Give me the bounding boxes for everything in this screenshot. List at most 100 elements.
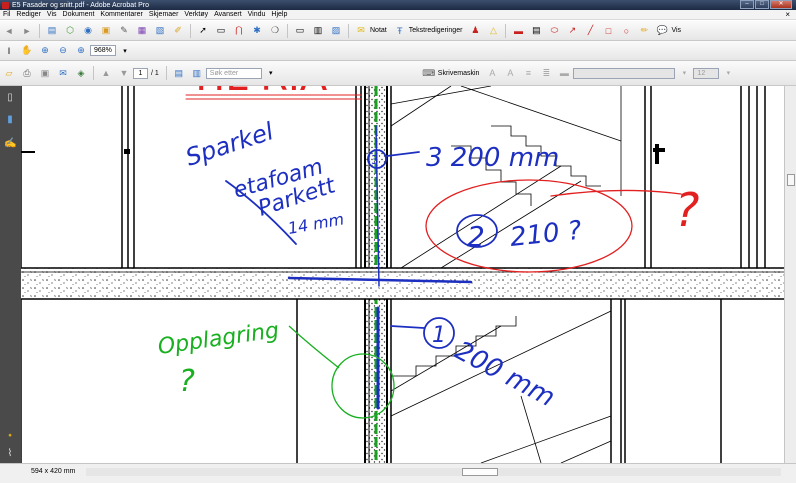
- callout-icon[interactable]: ▬: [511, 24, 525, 38]
- open-icon[interactable]: ▱: [2, 66, 16, 80]
- bookmarks-icon[interactable]: ▮: [4, 114, 16, 126]
- acrobat-icon[interactable]: ⋂: [232, 24, 246, 38]
- create-pdf-icon[interactable]: ▤: [45, 24, 59, 38]
- search-field[interactable]: Søk etter: [205, 67, 262, 79]
- status-bar: 594 x 420 mm: [0, 463, 796, 483]
- show-comments-icon[interactable]: 💬: [655, 24, 669, 38]
- menu-bar: Fil Rediger Vis Dokument Kommentarer Skj…: [0, 10, 796, 20]
- redact-icon[interactable]: ✱: [250, 24, 264, 38]
- vertical-scroll-thumb[interactable]: [787, 174, 795, 186]
- multimedia-icon[interactable]: ▧: [153, 24, 167, 38]
- door-handle-left: [124, 149, 130, 154]
- text-select-icon[interactable]: I: [2, 44, 16, 58]
- textbox-icon[interactable]: ▤: [529, 24, 543, 38]
- vertical-scrollbar[interactable]: [784, 86, 796, 463]
- hand-tool-icon[interactable]: ✋: [20, 44, 34, 58]
- toolbar-main: ◄ ► ▤ ⬡ ◉ ▣ ✎ ▦ ▧ ✐ ➚ ▭ ⋂ ✱ ❍ ▭ ▥ ▨ ✉ No…: [0, 21, 796, 41]
- zoom-dropdown-icon[interactable]: ▾: [118, 44, 132, 58]
- forms-icon[interactable]: ▦: [135, 24, 149, 38]
- form-edit-icon[interactable]: ▨: [329, 24, 343, 38]
- document-view[interactable]: Sparkel etafoam Parkett 14 mm 3 3 200 mm…: [21, 86, 784, 463]
- menu-avansert[interactable]: Avansert: [211, 11, 245, 18]
- menu-kommentarer[interactable]: Kommentarer: [97, 11, 145, 18]
- ocr-icon[interactable]: ▭: [214, 24, 228, 38]
- zoom-field[interactable]: 968%: [90, 45, 116, 56]
- attachments-icon[interactable]: ⬩: [4, 430, 16, 442]
- share-icon[interactable]: ◈: [74, 66, 88, 80]
- next-page-icon[interactable]: ▼: [117, 66, 131, 80]
- menu-vindu[interactable]: Vindu: [245, 11, 269, 18]
- fit-page-icon[interactable]: ▤: [172, 66, 186, 80]
- save-icon[interactable]: ▣: [38, 66, 52, 80]
- page-number-field[interactable]: 1: [133, 67, 148, 79]
- toolbar-zoom: I ✋ ⊕ ⊖ ⊕ 968% ▾: [0, 41, 796, 61]
- dim-top: 3 200 mm: [426, 143, 559, 173]
- paperclip-icon[interactable]: ⌇: [4, 448, 16, 460]
- navigation-panel: ▯ ▮ ✍ ⬩ ⌇: [0, 86, 21, 463]
- horizontal-scroll-thumb[interactable]: [462, 468, 498, 476]
- menu-vis[interactable]: Vis: [44, 11, 60, 18]
- select-tool-icon[interactable]: ➚: [196, 24, 210, 38]
- horizontal-scrollbar[interactable]: [86, 468, 781, 476]
- marker-1-label: 1: [432, 323, 446, 348]
- title-bar: E5 Fasader og snitt.pdf - Adobe Acrobat …: [0, 0, 796, 10]
- pencil-tool-icon[interactable]: ✏: [637, 24, 651, 38]
- menu-verktoy[interactable]: Verktøy: [181, 11, 211, 18]
- print-icon[interactable]: ⎙: [20, 66, 34, 80]
- drawing-canvas: Sparkel etafoam Parkett 14 mm 3 3 200 mm…: [21, 86, 784, 463]
- close-button[interactable]: ✕: [770, 0, 792, 9]
- note-opplagring: Opplagring: [156, 318, 280, 360]
- fit-width-icon[interactable]: ▥: [190, 66, 204, 80]
- marker-2-label: 2: [467, 220, 485, 253]
- cloud-icon[interactable]: ⬭: [547, 24, 561, 38]
- minimize-button[interactable]: –: [740, 0, 754, 9]
- zoom-out-icon[interactable]: ⊖: [56, 44, 70, 58]
- combine-icon[interactable]: ⬡: [63, 24, 77, 38]
- view-label[interactable]: Vis: [671, 27, 681, 34]
- text-edits-icon[interactable]: Ŧ: [393, 24, 407, 38]
- stamp-icon[interactable]: ❍: [268, 24, 282, 38]
- secure-icon[interactable]: ▣: [99, 24, 113, 38]
- ellipse-tool-icon[interactable]: ○: [619, 24, 633, 38]
- forward-icon[interactable]: ►: [20, 24, 34, 38]
- arrow-tool-icon[interactable]: ↗: [565, 24, 579, 38]
- text-edits-label[interactable]: Tekstredigeringer: [409, 27, 463, 34]
- notes-label[interactable]: Notat: [370, 27, 387, 34]
- window-controls: – □ ✕: [739, 0, 792, 9]
- page-total: / 1: [151, 69, 159, 77]
- signatures-icon[interactable]: ✍: [4, 138, 16, 150]
- prev-page-icon[interactable]: ▲: [99, 66, 113, 80]
- snapshot-icon[interactable]: ▭: [293, 24, 307, 38]
- menu-rediger[interactable]: Rediger: [13, 11, 44, 18]
- typewriter-label[interactable]: Skrivemaskin: [438, 70, 480, 77]
- menu-hjelp[interactable]: Hjelp: [268, 11, 290, 18]
- line-tool-icon[interactable]: ╱: [583, 24, 597, 38]
- rectangle-tool-icon[interactable]: □: [601, 24, 615, 38]
- font-size-up-icon: A: [507, 68, 514, 78]
- sign-icon[interactable]: ✎: [117, 24, 131, 38]
- compare-icon[interactable]: ▥: [311, 24, 325, 38]
- stamp-tool-icon[interactable]: ♟: [468, 24, 482, 38]
- note-opplagring-q: ?: [179, 364, 195, 399]
- menu-fil[interactable]: Fil: [0, 11, 13, 18]
- menu-dokument[interactable]: Dokument: [60, 11, 98, 18]
- zoom-in-icon[interactable]: ⊕: [74, 44, 88, 58]
- marquee-zoom-icon[interactable]: ⊕: [38, 44, 52, 58]
- page-size-label: 594 x 420 mm: [31, 468, 76, 475]
- menu-skjemaer[interactable]: Skjemaer: [146, 11, 182, 18]
- window-title: E5 Fasader og snitt.pdf - Adobe Acrobat …: [12, 1, 149, 9]
- typewriter-icon[interactable]: ⌨: [422, 66, 436, 80]
- font-size-down-icon: A: [489, 68, 496, 78]
- door-frame-right: [644, 86, 766, 268]
- note-icon[interactable]: ✉: [354, 24, 368, 38]
- dim-2: 210 ?: [509, 216, 584, 253]
- pages-icon[interactable]: ▯: [4, 92, 16, 104]
- comment-icon[interactable]: ✐: [171, 24, 185, 38]
- document-close-icon[interactable]: ×: [785, 10, 790, 19]
- email-icon[interactable]: ✉: [56, 66, 70, 80]
- collaborate-icon[interactable]: ◉: [81, 24, 95, 38]
- maximize-button[interactable]: □: [755, 0, 769, 9]
- back-icon[interactable]: ◄: [2, 24, 16, 38]
- highlight-tool-icon[interactable]: △: [486, 24, 500, 38]
- search-dropdown-icon[interactable]: ▾: [264, 66, 278, 80]
